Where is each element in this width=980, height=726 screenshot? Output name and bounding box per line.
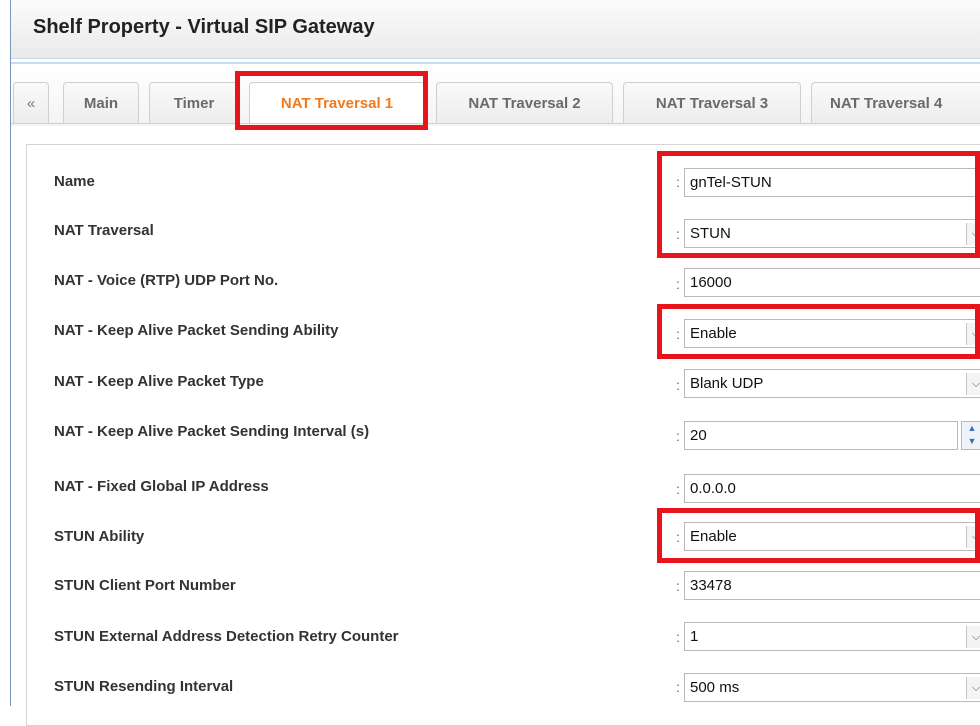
nat-traversal-select[interactable]: STUN ⌵ (684, 219, 980, 248)
stun-retry-counter-value: 1 (690, 628, 699, 645)
keep-alive-packet-type-value: Blank UDP (690, 375, 764, 392)
colon: : (676, 326, 680, 342)
tab-nat-traversal-4[interactable]: NAT Traversal 4 (811, 82, 980, 124)
chevron-down-icon[interactable]: ⌵ (966, 677, 980, 699)
label-nat-traversal: NAT Traversal (54, 222, 154, 239)
label-fixed-global-ip: NAT - Fixed Global IP Address (54, 478, 269, 495)
nat-voice-rtp-port-input[interactable]: 16000 (684, 268, 980, 297)
tab-scroll-left-button[interactable]: « (13, 82, 49, 124)
label-stun-client-port: STUN Client Port Number (54, 577, 236, 594)
keep-alive-interval-input[interactable]: 20 (684, 421, 958, 450)
stun-resending-interval-select[interactable]: 500 ms ⌵ (684, 673, 980, 702)
stun-ability-value: Enable (690, 528, 737, 545)
colon: : (676, 578, 680, 594)
tab-nat-traversal-3[interactable]: NAT Traversal 3 (623, 82, 801, 124)
label-keep-alive-sending-ability: NAT - Keep Alive Packet Sending Ability (54, 322, 339, 339)
stun-ability-select[interactable]: Enable ⌵ (684, 522, 980, 551)
colon: : (676, 679, 680, 695)
keep-alive-sending-ability-select[interactable]: Enable ⌵ (684, 319, 980, 348)
stun-retry-counter-select[interactable]: 1 ⌵ (684, 622, 980, 651)
tab-main[interactable]: Main (63, 82, 139, 124)
tab-nat-traversal-1[interactable]: NAT Traversal 1 (249, 82, 425, 124)
name-input[interactable]: gnTel-STUN (684, 168, 980, 197)
colon: : (676, 226, 680, 242)
stun-client-port-input[interactable]: 33478 (684, 571, 980, 600)
chevron-down-icon[interactable]: ⌵ (966, 626, 980, 648)
label-keep-alive-packet-type: NAT - Keep Alive Packet Type (54, 373, 264, 390)
label-stun-resending-interval: STUN Resending Interval (54, 678, 234, 695)
window-title: Shelf Property - Virtual SIP Gateway (33, 16, 375, 38)
chevron-down-icon[interactable]: ⌵ (966, 223, 980, 245)
tab-timer[interactable]: Timer (149, 82, 239, 124)
colon: : (676, 174, 680, 190)
nat-traversal-value: STUN (690, 225, 731, 242)
fixed-global-ip-input[interactable]: 0.0.0.0 (684, 474, 980, 503)
colon: : (676, 428, 680, 444)
keep-alive-packet-type-select[interactable]: Blank UDP ⌵ (684, 369, 980, 398)
colon: : (676, 377, 680, 393)
tab-strip: « Main Timer NAT Traversal 1 NAT Travers… (11, 62, 980, 126)
tab-content-divider (11, 123, 980, 124)
tab-nat-traversal-2[interactable]: NAT Traversal 2 (436, 82, 613, 124)
label-stun-ability: STUN Ability (54, 528, 145, 545)
chevron-down-icon[interactable]: ⌵ (966, 526, 980, 548)
chevron-down-icon[interactable]: ⌵ (966, 373, 980, 395)
label-nat-voice-rtp-port: NAT - Voice (RTP) UDP Port No. (54, 272, 279, 289)
spinner-arrows-icon[interactable]: ▲ ▼ (961, 421, 980, 450)
chevron-down-icon[interactable]: ⌵ (966, 323, 980, 345)
title-bar: Shelf Property - Virtual SIP Gateway (11, 0, 980, 59)
label-keep-alive-interval: NAT - Keep Alive Packet Sending Interval… (54, 423, 370, 440)
stun-resending-interval-value: 500 ms (690, 679, 740, 696)
label-stun-retry-counter: STUN External Address Detection Retry Co… (54, 628, 399, 645)
label-name: Name (54, 173, 95, 190)
colon: : (676, 276, 680, 292)
colon: : (676, 629, 680, 645)
keep-alive-sending-ability-value: Enable (690, 325, 737, 342)
colon: : (676, 481, 680, 497)
colon: : (676, 529, 680, 545)
window-left-edge (0, 0, 11, 706)
